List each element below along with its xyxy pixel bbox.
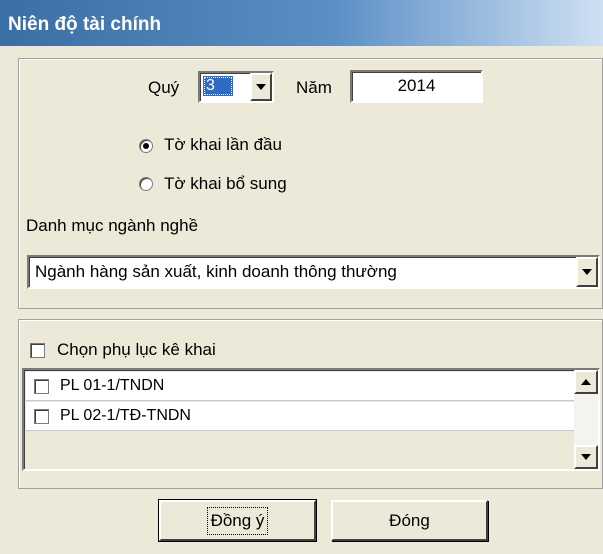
appendix-item-checkbox[interactable] xyxy=(34,409,49,424)
select-appendix-checkbox[interactable] xyxy=(30,343,45,358)
arrow-up-icon xyxy=(581,379,591,385)
window-title: Niên độ tài chính xyxy=(8,14,162,35)
appendix-list: PL 01-1/TNDN PL 02-1/TĐ-TNDN xyxy=(22,368,600,471)
close-button-label: Đóng xyxy=(389,510,430,530)
list-item[interactable]: PL 02-1/TĐ-TNDN xyxy=(26,402,574,431)
select-appendix-label[interactable]: Chọn phụ lục kê khai xyxy=(57,340,216,360)
list-item[interactable]: PL 01-1/TNDN xyxy=(26,372,574,401)
arrow-down-icon xyxy=(581,454,591,460)
quarter-select[interactable]: 3 xyxy=(198,71,274,103)
radio-selected-dot xyxy=(143,143,149,149)
supplementary-declaration-radio[interactable] xyxy=(139,177,153,191)
appendix-item-checkbox[interactable] xyxy=(34,379,49,394)
chevron-down-icon xyxy=(256,84,266,90)
vertical-scrollbar[interactable] xyxy=(574,370,598,469)
ok-button-label: Đồng ý xyxy=(206,506,269,535)
industry-label: Danh mục ngành nghề xyxy=(26,216,199,235)
scroll-down-button[interactable] xyxy=(574,445,598,469)
supplementary-declaration-label[interactable]: Tờ khai bổ sung xyxy=(164,174,287,194)
title-bar: Niên độ tài chính xyxy=(0,0,603,46)
quarter-dropdown-button[interactable] xyxy=(250,73,272,101)
quarter-label: Quý xyxy=(148,78,180,97)
year-label: Năm xyxy=(296,78,332,97)
industry-value: Ngành hàng sản xuất, kinh doanh thông th… xyxy=(35,262,397,281)
appendix-item-label: PL 02-1/TĐ-TNDN xyxy=(60,407,191,424)
chevron-down-icon xyxy=(582,269,592,275)
first-declaration-radio[interactable] xyxy=(139,139,153,153)
appendix-item-label: PL 01-1/TNDN xyxy=(60,377,165,394)
first-declaration-label[interactable]: Tờ khai lần đầu xyxy=(164,135,282,155)
year-input[interactable]: 2014 xyxy=(350,70,483,103)
ok-button[interactable]: Đồng ý xyxy=(158,499,317,542)
quarter-value: 3 xyxy=(203,76,233,96)
close-button[interactable]: Đóng xyxy=(331,500,488,541)
industry-select[interactable]: Ngành hàng sản xuất, kinh doanh thông th… xyxy=(27,255,600,289)
scroll-up-button[interactable] xyxy=(574,370,598,394)
industry-dropdown-button[interactable] xyxy=(576,257,598,287)
